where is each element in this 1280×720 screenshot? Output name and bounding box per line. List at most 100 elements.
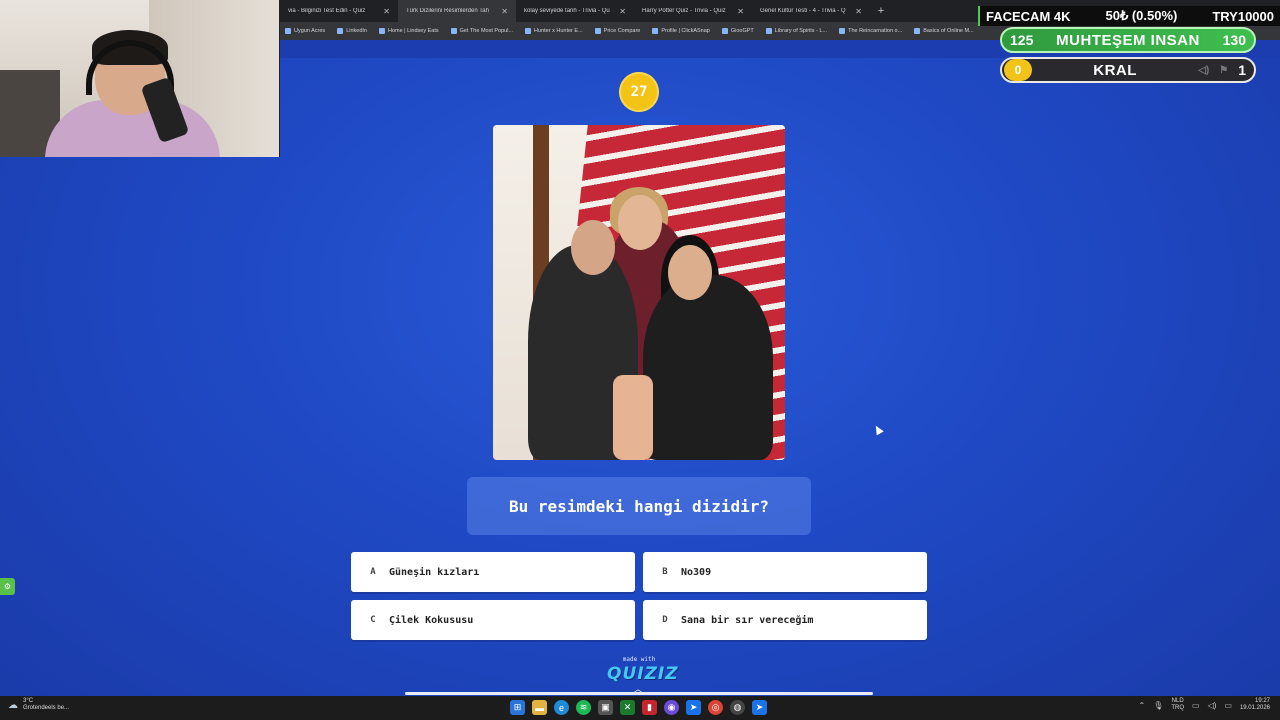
close-icon[interactable]: ✕ bbox=[855, 7, 862, 16]
close-icon[interactable]: ✕ bbox=[737, 7, 744, 16]
linkedin-icon bbox=[337, 28, 344, 34]
bookmark-label: GiooGPT bbox=[730, 28, 754, 34]
file-explorer-icon[interactable]: ▬ bbox=[532, 700, 547, 715]
answer-option-c[interactable]: C Çilek Kokususu bbox=[351, 600, 635, 640]
bookmark-item[interactable]: LinkedIn bbox=[337, 28, 367, 34]
clock[interactable]: 19:27 19.01.2026 bbox=[1240, 698, 1270, 712]
bookmark-item[interactable]: Hunter x Hunter E... bbox=[525, 28, 583, 34]
bookmark-item[interactable]: Get The Most Popul... bbox=[450, 28, 514, 34]
close-icon[interactable]: ✕ bbox=[383, 7, 390, 16]
browser-tab-4[interactable]: Harry Potter Quiz - Trivia - Quiz ✕ bbox=[634, 0, 752, 22]
photo-face bbox=[618, 195, 662, 250]
level-title: KRAL bbox=[1093, 61, 1137, 79]
clock-date: 19.01.2026 bbox=[1239, 705, 1270, 711]
level-pill: 0 KRAL ◁) ⚑ 1 bbox=[1000, 57, 1256, 83]
weather-desc: Grotendeels be... bbox=[23, 705, 70, 711]
level-icons: ◁) ⚑ 1 bbox=[1198, 62, 1246, 78]
browser-tab-3[interactable]: kolay seviyede tarih - Trivia - Qu ✕ bbox=[516, 0, 634, 22]
discord-icon[interactable]: ◉ bbox=[664, 700, 679, 715]
chrome-icon[interactable]: ◎ bbox=[708, 700, 723, 715]
spotify-icon[interactable]: ≋ bbox=[576, 700, 591, 715]
bookmark-item[interactable]: Home | Lindsey Eats bbox=[378, 28, 439, 34]
language-bottom: TRQ bbox=[1171, 705, 1185, 711]
donation-goal-bar: FACECAM 4K 50₺ (0.50%) TRY10000 bbox=[978, 6, 1280, 26]
bottom-progress-bar bbox=[405, 692, 873, 695]
goal-progress: 50₺ (0.50%) bbox=[1105, 8, 1178, 23]
chevron-up-icon[interactable]: ⌃ bbox=[1138, 701, 1145, 710]
bookmark-item[interactable]: Library of Spirits - L... bbox=[765, 28, 827, 34]
weather-temp: 3°C bbox=[23, 698, 34, 704]
browser-tab-5[interactable]: Genel Kültür Testi - 4 - Trivia - Q ✕ bbox=[752, 0, 870, 22]
site-icon bbox=[721, 28, 728, 34]
webcam-overlay bbox=[0, 0, 280, 157]
site-icon bbox=[525, 28, 532, 34]
tab-label: kolay seviyede tarih - Trivia - Qu bbox=[524, 8, 610, 14]
rank-progress-pill: 125 MUHTEŞEM INSAN 130 bbox=[1000, 27, 1256, 53]
tab-label: Türk Dizilerini Resimlerden Tah bbox=[406, 8, 489, 14]
site-icon bbox=[450, 28, 457, 34]
site-icon bbox=[765, 28, 772, 34]
answer-option-d[interactable]: D Sana bir sır vereceğim bbox=[643, 600, 927, 640]
close-icon[interactable]: ✕ bbox=[619, 7, 626, 16]
photo-face bbox=[668, 245, 712, 300]
language-indicator[interactable]: NLD TRQ bbox=[1171, 698, 1184, 712]
bookmark-item[interactable]: The Reincarnation o... bbox=[839, 28, 902, 34]
rank-title: MUHTEŞEM INSAN bbox=[1056, 31, 1200, 49]
bookmark-label: Price Compare bbox=[603, 28, 641, 34]
bookmark-label: Basics of Online M... bbox=[923, 28, 974, 34]
rank-next: 130 bbox=[1222, 32, 1246, 48]
quizizz-logo[interactable]: QUIZIZ bbox=[607, 664, 678, 684]
google-icon bbox=[914, 28, 921, 34]
question-image bbox=[493, 125, 785, 460]
telegram-icon[interactable]: ➤ bbox=[752, 700, 767, 715]
language-top: NLD bbox=[1171, 698, 1184, 704]
goal-target: TRY10000 bbox=[1212, 8, 1274, 24]
system-tray: ⌃ 🎙 NLD TRQ ▭ ◁) ▭ 19:27 19.01.2026 bbox=[1138, 698, 1270, 712]
answer-letter: A bbox=[370, 567, 376, 577]
answer-label: Güneşin kızları bbox=[389, 566, 480, 578]
clock-time: 19:27 bbox=[1254, 698, 1270, 704]
answer-letter: D bbox=[662, 615, 668, 625]
new-tab-button[interactable]: + bbox=[870, 5, 892, 17]
site-icon bbox=[378, 28, 385, 34]
photo-leg bbox=[613, 375, 653, 460]
browser-tab-1[interactable]: via - Bilginizi Test Edin - Quiz ✕ bbox=[280, 0, 398, 22]
bookmark-label: The Reincarnation o... bbox=[848, 28, 903, 34]
answer-letter: B bbox=[662, 567, 668, 577]
xbox-icon[interactable]: ✕ bbox=[620, 700, 635, 715]
monitor-icon[interactable]: ▭ bbox=[1192, 701, 1200, 710]
answer-label: No309 bbox=[681, 566, 712, 578]
taskbar-apps: ⊞ ▬ e ≋ ▣ ✕ ▮ ◉ ➤ ◎ ◍ ➤ bbox=[510, 700, 767, 715]
telegram-icon[interactable]: ➤ bbox=[686, 700, 701, 715]
bookmark-item[interactable]: Basics of Online M... bbox=[914, 28, 974, 34]
close-icon[interactable]: ✕ bbox=[501, 7, 508, 16]
speaker-icon: ◁) bbox=[1198, 64, 1210, 76]
windows-start-icon[interactable]: ⊞ bbox=[510, 700, 525, 715]
facecam-label: FACECAM 4K bbox=[986, 8, 1071, 24]
bookmark-item[interactable]: Price Compare bbox=[594, 28, 641, 34]
answer-letter: C bbox=[370, 615, 376, 625]
bookmark-label: Profile | ClickASnap bbox=[661, 28, 710, 34]
edge-icon[interactable]: e bbox=[554, 700, 569, 715]
countdown-timer: 27 bbox=[619, 72, 659, 112]
weather-text: 3°C Grotendeels be... bbox=[23, 698, 69, 712]
speaker-icon[interactable]: ◁) bbox=[1208, 701, 1217, 710]
obs-icon[interactable]: ◍ bbox=[730, 700, 745, 715]
store-icon[interactable]: ▣ bbox=[598, 700, 613, 715]
bookmark-item[interactable]: Uygun Acres bbox=[285, 28, 325, 34]
made-with-label: made with bbox=[622, 656, 656, 663]
bookmark-item[interactable]: GiooGPT bbox=[721, 28, 754, 34]
side-widget-icon[interactable]: ⚙ bbox=[0, 578, 15, 595]
flag-icon: ⚑ bbox=[1219, 64, 1229, 76]
bookmark-item[interactable]: Profile | ClickASnap bbox=[652, 28, 710, 34]
bookmark-label: Get The Most Popul... bbox=[459, 28, 514, 34]
answer-option-b[interactable]: B No309 bbox=[643, 552, 927, 592]
app-icon[interactable]: ▮ bbox=[642, 700, 657, 715]
answer-option-a[interactable]: A Güneşin kızları bbox=[351, 552, 635, 592]
microphone-icon[interactable]: 🎙 bbox=[1153, 701, 1163, 710]
weather-widget[interactable]: ☁ 3°C Grotendeels be... bbox=[8, 698, 69, 712]
answer-label: Çilek Kokususu bbox=[389, 614, 474, 626]
rank-current: 125 bbox=[1010, 32, 1034, 48]
battery-icon[interactable]: ▭ bbox=[1224, 701, 1232, 710]
browser-tab-2[interactable]: Türk Dizilerini Resimlerden Tah ✕ bbox=[398, 0, 516, 22]
